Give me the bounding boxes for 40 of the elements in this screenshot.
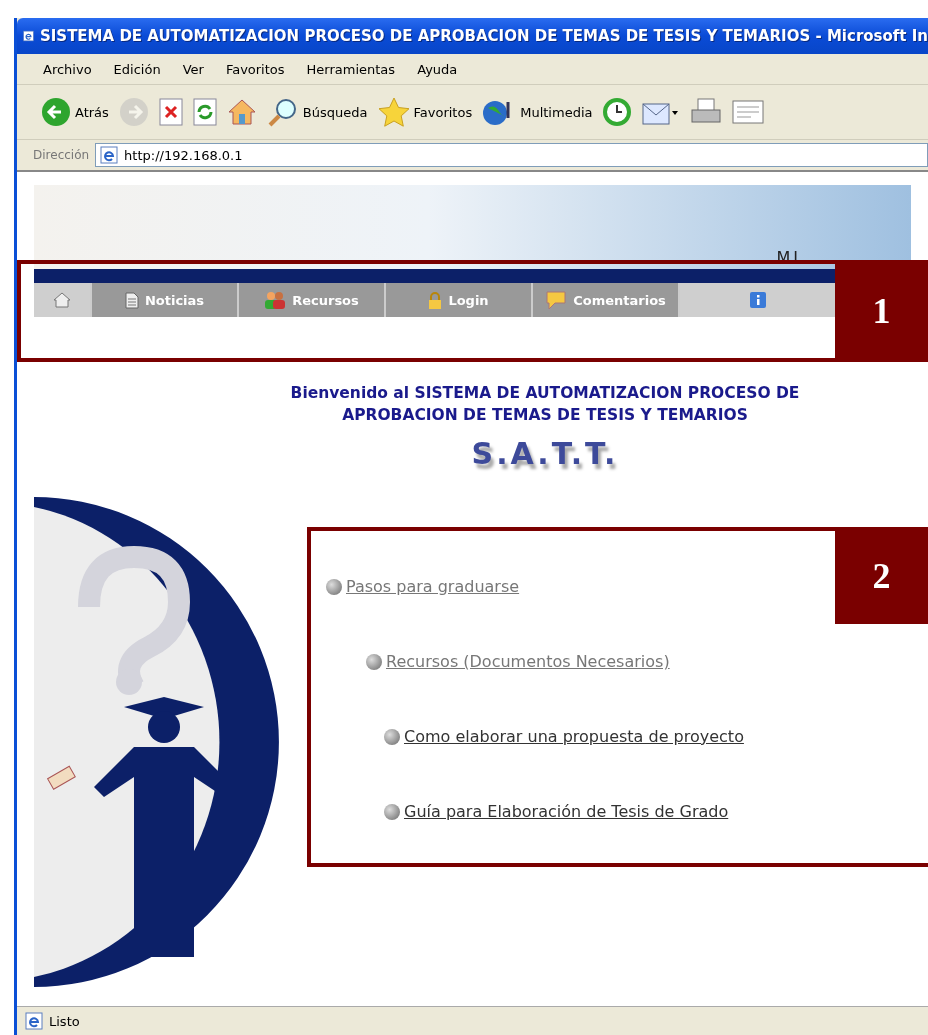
page-link[interactable]: Recursos (Documentos Necesarios) (386, 652, 670, 671)
toolbar-label[interactable]: Búsqueda (302, 104, 368, 120)
page-link[interactable]: Guía para Elaboración de Tesis de Grado (404, 802, 729, 821)
bullet-icon (384, 803, 400, 820)
window-title: SISTEMA DE AUTOMATIZACION PROCESO DE APROBACION DE TEMAS DE TESIS Y TEMARIOS - Microsoft In (39, 27, 928, 45)
menu-item[interactable]: Herramientas (306, 61, 396, 77)
menu-item[interactable]: Edición (113, 61, 161, 77)
refresh-icon (192, 98, 217, 126)
search-icon (266, 97, 299, 127)
menu-item[interactable]: Favoritos (225, 61, 285, 77)
address-field[interactable]: http://192.168.0.1 (95, 143, 928, 167)
padlock-icon (428, 290, 443, 310)
page-link[interactable]: Como elaborar una propuesta de proyecto (404, 727, 744, 746)
toolbar-label[interactable]: Favoritos (413, 104, 473, 120)
house-icon (226, 98, 257, 126)
stop-icon (158, 98, 183, 126)
house-icon (53, 292, 71, 308)
bullet-icon (366, 653, 382, 670)
info-icon (749, 292, 766, 308)
toolbar-label[interactable]: Atrás (75, 104, 109, 120)
speech-bubble-icon (545, 290, 568, 310)
welcome-heading: Bienvenido al SISTEMA DE AUTOMATIZACION PROCESO DE APROBACION DE TEMAS DE TESIS Y TEMARIOS (290, 383, 800, 426)
browser-page-icon (23, 27, 34, 45)
menu-item[interactable]: Ver (182, 61, 204, 77)
bullet-icon (384, 728, 400, 745)
menu-item[interactable]: Archivo (43, 61, 92, 77)
notepad-icon (732, 99, 765, 125)
status-text: Listo (49, 1013, 80, 1029)
page-link[interactable]: Pasos para graduarse (346, 577, 520, 596)
toolbar-label[interactable]: Multimedia (520, 104, 593, 120)
bullet-icon (326, 578, 342, 595)
browser-page-icon (25, 1012, 43, 1030)
browser-page-icon (100, 146, 119, 164)
address-label: Dirección (33, 148, 90, 162)
star-icon (377, 97, 410, 127)
menu-item[interactable]: Ayuda (417, 61, 458, 77)
people-icon (264, 291, 287, 309)
satt-logo: S.A.T.T. (471, 436, 619, 471)
document-icon (124, 291, 139, 309)
printer-icon (690, 98, 723, 126)
